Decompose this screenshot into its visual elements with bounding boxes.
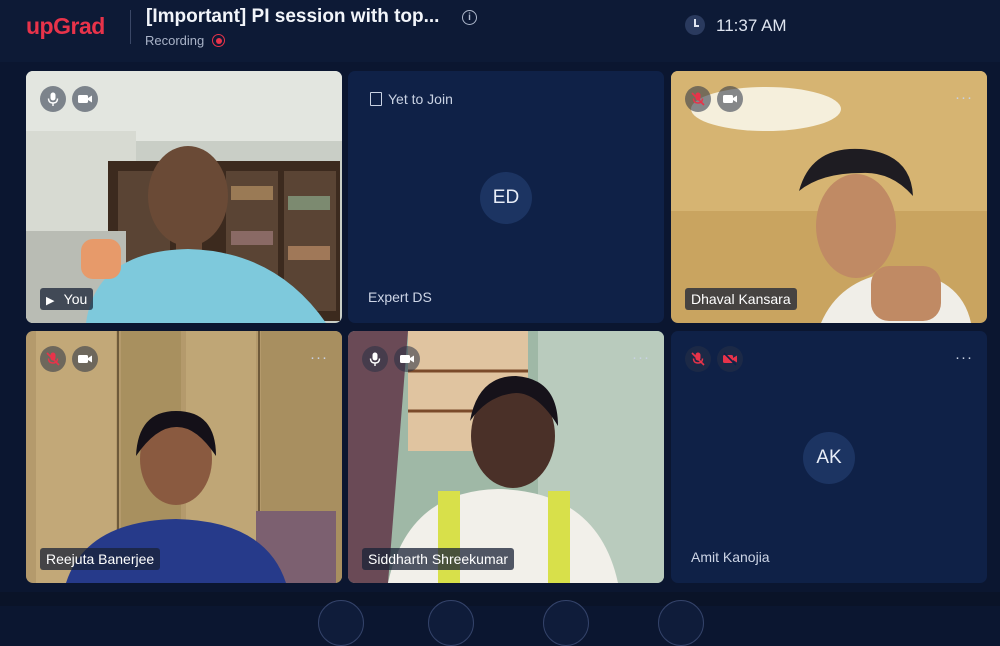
control-button[interactable]: [428, 600, 474, 646]
participant-name: Siddharth Shreekumar: [362, 548, 515, 570]
recording-icon: [212, 34, 225, 47]
participant-name: Amit Kanojia: [691, 549, 770, 565]
speaking-icon: ▶: [46, 295, 55, 307]
camera-button[interactable]: [72, 346, 98, 372]
recording-label: Recording: [145, 33, 205, 48]
participant-tile-dhaval[interactable]: ··· Dhaval Kansara: [671, 71, 987, 323]
more-options-icon[interactable]: ···: [632, 349, 650, 366]
mic-muted-icon: [46, 352, 60, 366]
mic-button[interactable]: [362, 346, 388, 372]
participant-tile-reejuta[interactable]: ··· Reejuta Banerjee: [26, 331, 342, 583]
participant-tile-you[interactable]: ▶ You: [26, 71, 342, 323]
mic-button[interactable]: [40, 346, 66, 372]
participant-name: Reejuta Banerjee: [40, 548, 161, 570]
more-options-icon[interactable]: ···: [310, 349, 328, 366]
join-icon: [370, 92, 382, 106]
session-title: [Important] PI session with top...: [146, 6, 440, 27]
video-feed: [671, 71, 987, 323]
camera-button[interactable]: [717, 346, 743, 372]
camera-off-icon: [723, 352, 737, 366]
camera-button[interactable]: [72, 86, 98, 112]
mic-icon: [47, 92, 59, 106]
camera-icon: [78, 95, 92, 103]
control-button[interactable]: [543, 600, 589, 646]
top-bar: upGrad [Important] PI session with top..…: [0, 0, 1000, 62]
more-options-icon[interactable]: ···: [955, 89, 973, 106]
camera-button[interactable]: [394, 346, 420, 372]
camera-icon: [723, 95, 737, 103]
video-feed: [348, 331, 664, 583]
clock-icon: [685, 15, 705, 35]
mic-muted-icon: [691, 92, 705, 106]
participant-tile-expert-ds[interactable]: Yet to Join ED Expert DS: [348, 71, 664, 323]
participant-name: Expert DS: [368, 289, 432, 305]
mic-muted-icon: [691, 352, 705, 366]
control-button[interactable]: [658, 600, 704, 646]
participant-name: ▶ You: [40, 288, 94, 310]
mic-button[interactable]: [685, 346, 711, 372]
participant-tile-amit[interactable]: ··· AK Amit Kanojia: [671, 331, 987, 583]
header-divider: [130, 10, 131, 44]
bottom-control-bar: [0, 592, 1000, 606]
camera-icon: [400, 355, 414, 363]
camera-button[interactable]: [717, 86, 743, 112]
video-feed: [26, 331, 342, 583]
video-feed: [26, 71, 342, 323]
session-time: 11:37 AM: [716, 16, 787, 35]
join-status: Yet to Join: [388, 91, 453, 107]
upgrad-logo: upGrad: [26, 13, 105, 39]
control-button[interactable]: [318, 600, 364, 646]
camera-icon: [78, 355, 92, 363]
participant-tile-siddharth[interactable]: ··· Siddharth Shreekumar: [348, 331, 664, 583]
info-icon[interactable]: i: [462, 10, 477, 25]
participant-name: Dhaval Kansara: [685, 288, 797, 310]
mic-button[interactable]: [40, 86, 66, 112]
mic-icon: [369, 352, 381, 366]
participant-name-label: You: [63, 291, 88, 307]
avatar: ED: [480, 172, 532, 224]
mic-button[interactable]: [685, 86, 711, 112]
more-options-icon[interactable]: ···: [955, 349, 973, 366]
avatar: AK: [803, 432, 855, 484]
